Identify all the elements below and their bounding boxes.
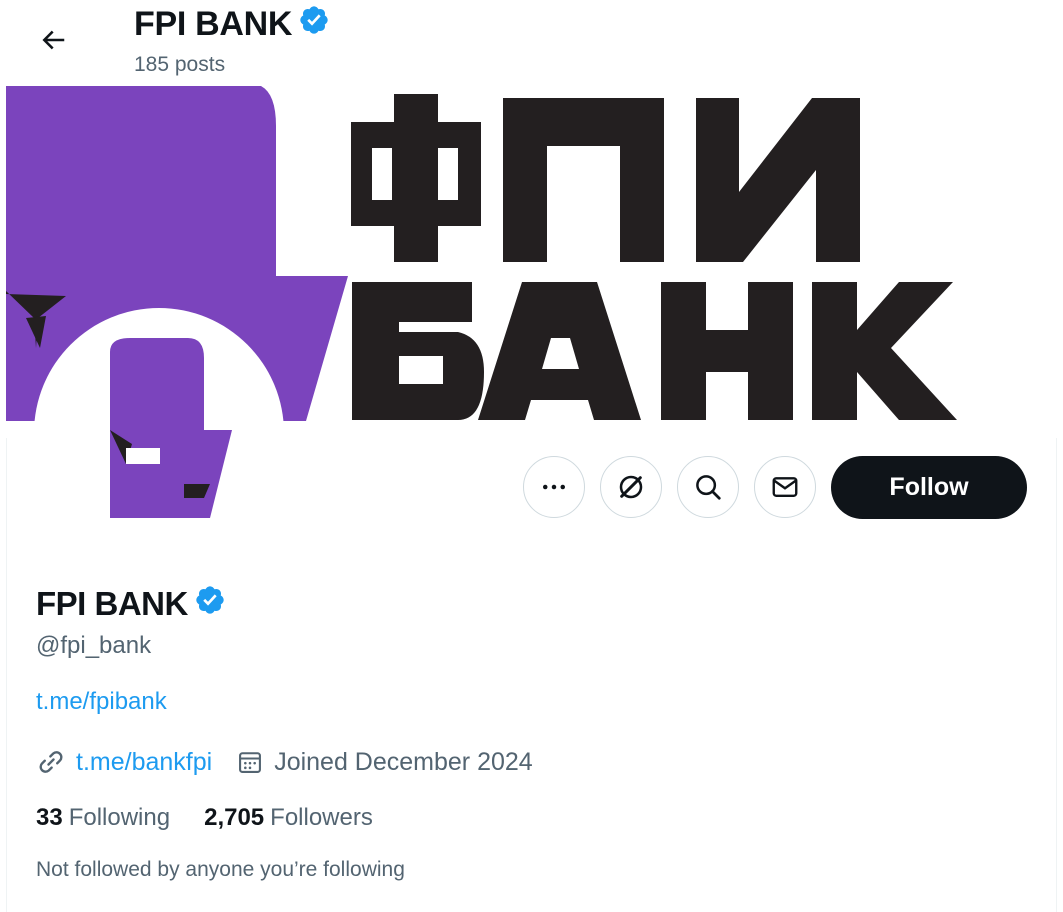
back-button[interactable] xyxy=(23,10,83,70)
more-horizontal-icon xyxy=(543,484,565,490)
display-name-text: FPI BANK xyxy=(36,585,188,622)
grok-button[interactable] xyxy=(600,456,662,518)
verified-badge-icon[interactable] xyxy=(298,4,330,45)
bio-link[interactable]: t.me/fpibank xyxy=(36,688,167,716)
calendar-icon xyxy=(236,748,264,776)
following-count: 33 xyxy=(36,804,63,831)
header-title-text: FPI BANK xyxy=(134,5,293,43)
follow-stats: 33 Following 2,705 Followers xyxy=(36,804,373,832)
post-count: 185 posts xyxy=(134,53,226,76)
header-title: FPI BANK xyxy=(134,4,330,45)
mail-icon xyxy=(772,477,798,497)
link-icon xyxy=(36,747,66,777)
avatar-logo xyxy=(110,338,232,518)
verified-badge-icon[interactable] xyxy=(194,584,226,624)
grok-icon xyxy=(619,475,643,499)
following-label: Following xyxy=(68,804,171,831)
website-link[interactable]: t.me/bankfpi xyxy=(76,748,212,777)
followers-count: 2,705 xyxy=(204,804,265,831)
followers-label: Followers xyxy=(270,804,373,831)
display-name: FPI BANK xyxy=(36,584,226,624)
user-handle: @fpi_bank xyxy=(36,632,152,659)
follow-button[interactable]: Follow xyxy=(831,456,1027,519)
followers-link[interactable]: 2,705 Followers xyxy=(204,804,373,832)
message-button[interactable] xyxy=(754,456,816,518)
top-header: FPI BANK 185 posts xyxy=(0,0,1063,86)
avatar[interactable] xyxy=(34,308,284,558)
profile-page: FPI BANK 185 posts Follow FPI BANK @fpi_… xyxy=(0,0,1063,912)
join-date: Joined December 2024 xyxy=(274,747,533,776)
search-icon xyxy=(696,475,721,500)
followed-by-text: Not followed by anyone you’re following xyxy=(36,858,405,881)
search-button[interactable] xyxy=(677,456,739,518)
more-button[interactable] xyxy=(523,456,585,518)
arrow-left-icon xyxy=(42,30,65,50)
profile-meta: t.me/bankfpi Joined December 2024 xyxy=(36,745,533,779)
following-link[interactable]: 33 Following xyxy=(36,804,170,832)
